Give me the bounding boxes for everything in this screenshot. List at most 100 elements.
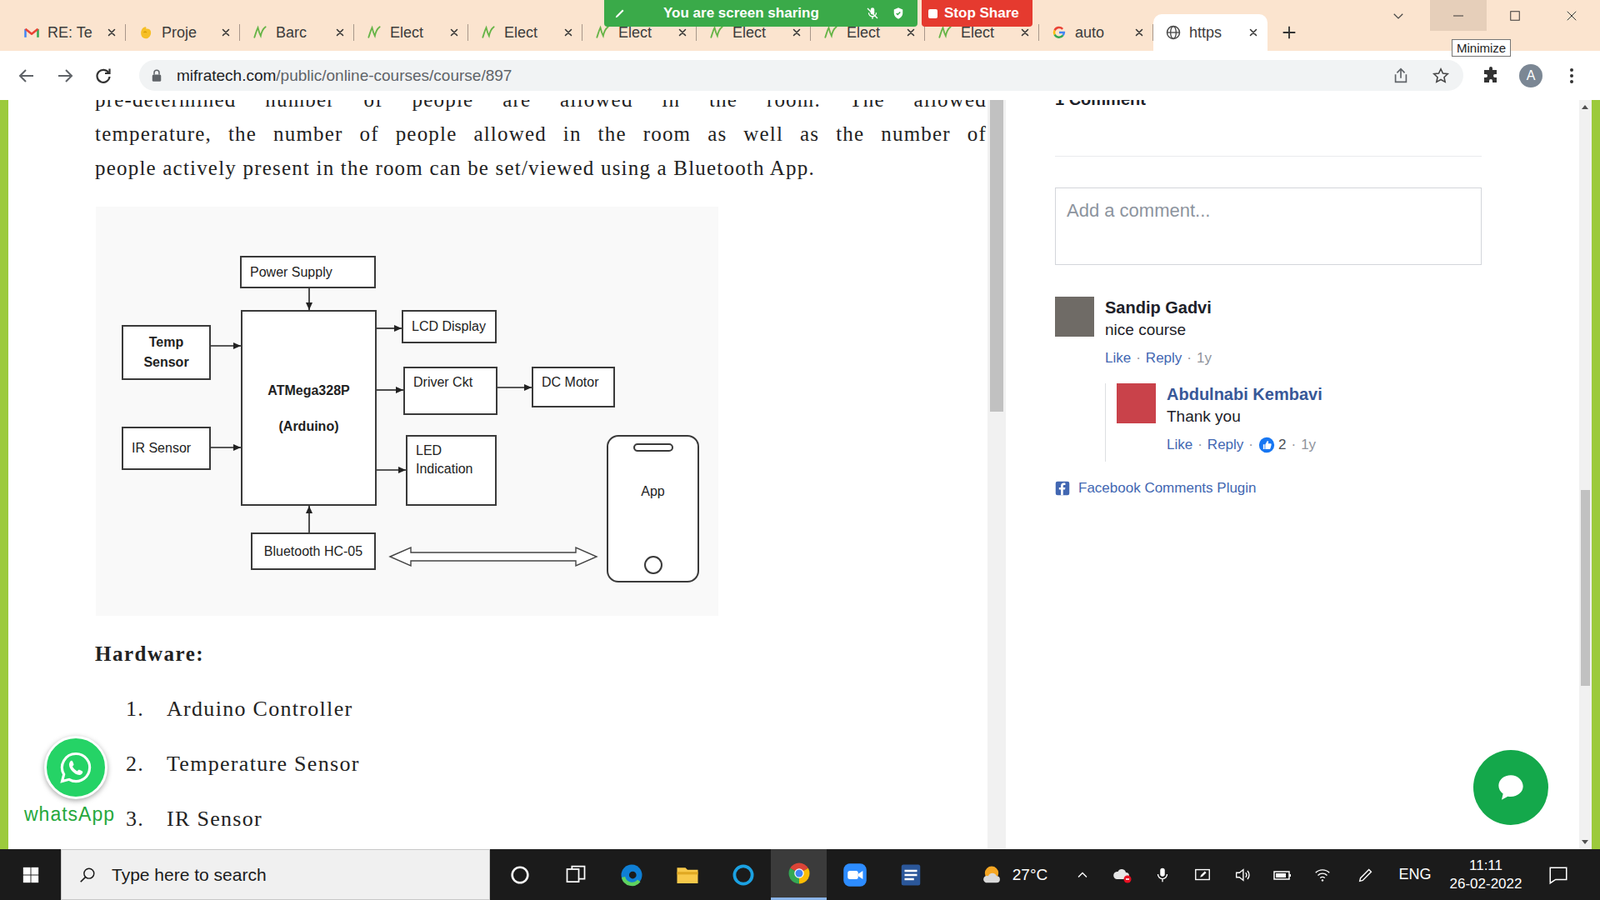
- taskbar-app[interactable]: [882, 849, 939, 900]
- network-status[interactable]: [1302, 849, 1343, 900]
- comment-age: 1y: [1300, 435, 1316, 455]
- tab-strip: RE: TeProjeBarcElectElectElectElectElect…: [0, 0, 1600, 51]
- reaction-count: 2: [1278, 435, 1286, 455]
- comment-action[interactable]: Reply: [1207, 435, 1244, 455]
- taskbar-app[interactable]: [547, 849, 604, 900]
- user-avatar[interactable]: [1055, 296, 1095, 337]
- shield-icon[interactable]: [890, 5, 906, 21]
- input-language[interactable]: ENG: [1389, 865, 1441, 884]
- comment-count: 1 Comment: [1055, 100, 1482, 110]
- comment-author[interactable]: Abdulnabi Kembavi: [1166, 383, 1482, 405]
- diagram-node: DC Motor: [531, 366, 615, 408]
- hand-icon: [137, 24, 155, 41]
- tab-label: Proje: [161, 24, 217, 42]
- taskbar-app[interactable]: [659, 849, 715, 900]
- weather-widget[interactable]: 27°C: [980, 863, 1057, 887]
- taskbar-app[interactable]: [715, 849, 771, 900]
- comment-input[interactable]: [1055, 187, 1482, 265]
- browser-tab[interactable]: Proje: [125, 14, 240, 51]
- taskbar-app[interactable]: [826, 849, 883, 900]
- forward-button[interactable]: [48, 59, 82, 93]
- taskbar-app[interactable]: [770, 849, 827, 900]
- share-icon[interactable]: [1391, 66, 1410, 85]
- pen-workspace[interactable]: [1342, 849, 1390, 900]
- clock[interactable]: 11:1126-02-2022: [1440, 856, 1531, 894]
- browser-tab[interactable]: Elect: [468, 14, 583, 51]
- extensions-button[interactable]: [1474, 59, 1508, 93]
- diagram-node: Driver Ckt: [403, 366, 498, 415]
- close-icon[interactable]: [105, 26, 118, 39]
- new-tab-button[interactable]: [1272, 14, 1306, 51]
- scrollbar-thumb[interactable]: [1580, 490, 1590, 686]
- taskbar-app[interactable]: [491, 849, 548, 900]
- close-icon[interactable]: [676, 26, 689, 39]
- onedrive-status[interactable]: [1102, 849, 1143, 900]
- tab-search-button[interactable]: [1381, 0, 1415, 31]
- wifi-icon: [1313, 865, 1332, 885]
- whatsapp-button[interactable]: [44, 735, 108, 800]
- close-icon[interactable]: [562, 26, 575, 39]
- comment-action[interactable]: Like: [1166, 435, 1193, 455]
- close-icon[interactable]: [790, 26, 803, 39]
- close-window-button[interactable]: [1543, 0, 1600, 31]
- reload-button[interactable]: [86, 59, 120, 93]
- chat-button[interactable]: [1473, 750, 1549, 825]
- browser-tab[interactable]: auto: [1039, 14, 1154, 51]
- user-avatar[interactable]: [1116, 383, 1156, 424]
- profile-button[interactable]: A: [1514, 59, 1548, 93]
- minimize-button[interactable]: [1430, 0, 1487, 31]
- display-status[interactable]: [1182, 849, 1223, 900]
- close-icon[interactable]: [905, 26, 917, 39]
- close-icon[interactable]: [1019, 26, 1031, 39]
- browser-tab[interactable]: RE: Te: [11, 14, 126, 51]
- notification-center[interactable]: [1530, 849, 1586, 900]
- comment-action[interactable]: Reply: [1145, 348, 1182, 369]
- microphone-status[interactable]: [1142, 849, 1183, 900]
- mic-off-icon[interactable]: [865, 5, 880, 21]
- maximize-button[interactable]: [1486, 0, 1544, 31]
- browser-tab[interactable]: Elect: [354, 14, 469, 51]
- cortana-icon: [730, 862, 756, 888]
- back-button[interactable]: [10, 59, 44, 93]
- taskbar-search[interactable]: Type here to search: [60, 849, 490, 900]
- comment-actions: Like·Reply·1y: [1105, 348, 1482, 369]
- taskbar-app[interactable]: [603, 849, 660, 900]
- diagram-arrow: [210, 345, 241, 347]
- show-hidden-icons[interactable]: [1062, 849, 1103, 900]
- close-icon[interactable]: [1133, 26, 1145, 39]
- whatsapp-label[interactable]: whatsApp: [24, 802, 115, 826]
- close-icon[interactable]: [334, 26, 346, 39]
- volume-control[interactable]: [1222, 849, 1263, 900]
- folder-icon: [675, 862, 700, 888]
- mifratech-logo-icon: [822, 24, 840, 41]
- stop-share-button[interactable]: Stop Share: [921, 0, 1033, 27]
- diagram-node: IR Sensor: [121, 426, 211, 470]
- close-icon[interactable]: [220, 26, 232, 39]
- hardware-heading: Hardware:: [95, 637, 987, 671]
- comment-author[interactable]: Sandip Gadvi: [1105, 296, 1482, 319]
- menu-button[interactable]: [1555, 59, 1589, 93]
- diagram-arrow: [308, 288, 310, 310]
- system-tray: 27°C ENG11:1126-02-2022: [980, 849, 1600, 900]
- battery-status[interactable]: [1262, 849, 1303, 900]
- gmail-icon: [23, 24, 40, 41]
- facebook-plugin-link[interactable]: Facebook Comments Plugin: [1055, 480, 1482, 497]
- comment-reply: Abdulnabi KembaviThank youLike·Reply·2·1…: [1105, 383, 1482, 462]
- scrollbar-thumb[interactable]: [990, 100, 1004, 412]
- page-scrollbar[interactable]: [1579, 100, 1592, 850]
- browser-tab[interactable]: https: [1153, 14, 1268, 51]
- star-icon[interactable]: [1431, 66, 1450, 85]
- start-button[interactable]: [0, 849, 61, 900]
- content-scrollbar[interactable]: [987, 100, 1006, 850]
- web-page: pre-determined number of people are allo…: [0, 100, 1600, 850]
- close-icon[interactable]: [1247, 26, 1260, 39]
- annotate-icon[interactable]: [612, 5, 628, 21]
- back-arrow-icon: [16, 65, 37, 86]
- close-icon[interactable]: [448, 26, 460, 39]
- screen-pen-icon: [1193, 865, 1212, 885]
- like-reaction-icon[interactable]: [1258, 436, 1275, 454]
- address-bar[interactable]: mifratech.com/public/online-courses/cour…: [139, 60, 1464, 91]
- comment-action[interactable]: Like: [1105, 348, 1131, 369]
- browser-tab[interactable]: Barc: [240, 14, 355, 51]
- description-line: people actively present in the room can …: [95, 150, 987, 185]
